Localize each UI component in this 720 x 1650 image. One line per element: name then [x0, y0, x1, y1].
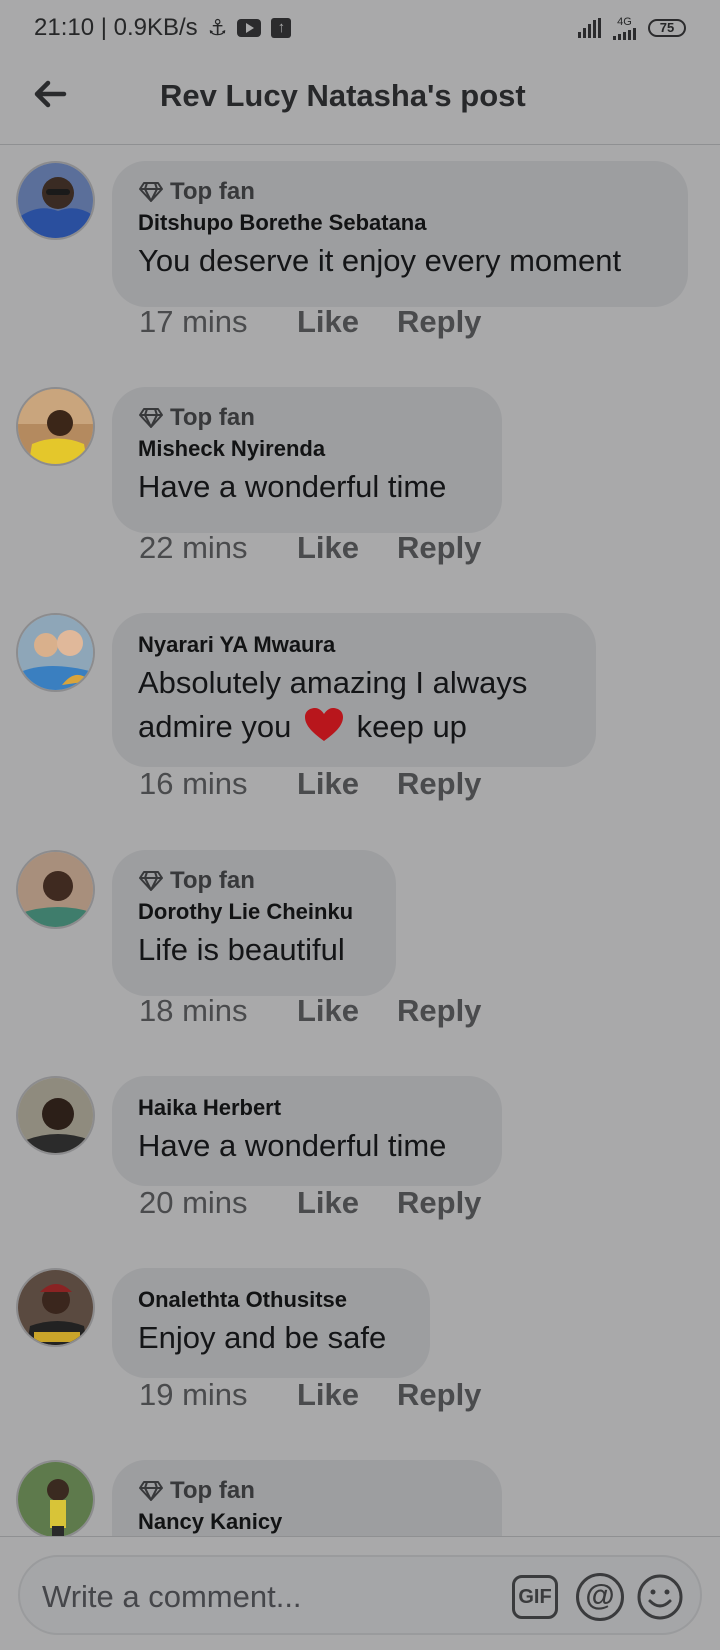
heart-emoji [304, 708, 343, 741]
avatar[interactable] [16, 387, 95, 466]
status-bar: 21:10 | 0.9KB/s ⚓ ↑ 4G 75 [0, 0, 720, 56]
like-button[interactable]: Like [297, 1185, 397, 1221]
diamond-icon [139, 408, 163, 428]
like-button[interactable]: Like [297, 530, 397, 566]
comment-bubble[interactable]: Top fan Misheck Nyirenda Have a wonderfu… [112, 387, 502, 533]
comment-author[interactable]: Nancy Kanicy [138, 1506, 476, 1536]
page-title: Rev Lucy Natasha's post [160, 78, 526, 113]
comment-list[interactable]: Top fan Ditshupo Borethe Sebatana You de… [0, 146, 720, 1536]
comment-bubble[interactable]: Onalethta Othusitse Enjoy and be safe [112, 1268, 430, 1378]
comment-author[interactable]: Ditshupo Borethe Sebatana [138, 207, 662, 239]
diamond-icon [139, 182, 163, 202]
comment-author[interactable]: Haika Herbert [138, 1092, 476, 1124]
gif-button[interactable]: GIF [512, 1575, 558, 1619]
comment-time: 19 mins [139, 1377, 248, 1412]
signal-icon [578, 18, 601, 38]
like-button[interactable]: Like [297, 766, 397, 802]
signal-icon-2 [613, 27, 636, 40]
comment-bubble[interactable]: Nyarari YA Mwaura Absolutely amazing I a… [112, 613, 596, 767]
comment-author[interactable]: Onalethta Othusitse [138, 1284, 404, 1316]
upload-icon: ↑ [271, 18, 292, 38]
comment-bubble[interactable]: Top fan Nancy Kanicy [112, 1460, 502, 1536]
network-indicator: 4G [613, 16, 636, 40]
comment-input[interactable] [42, 1577, 462, 1617]
diamond-icon [139, 871, 163, 891]
top-fan-badge: Top fan [138, 1476, 476, 1506]
comment-author[interactable]: Nyarari YA Mwaura [138, 629, 570, 661]
reply-button[interactable]: Reply [397, 304, 481, 340]
comment-author[interactable]: Misheck Nyirenda [138, 433, 476, 465]
anchor-icon: ⚓ [207, 15, 228, 40]
reply-button[interactable]: Reply [397, 993, 481, 1029]
mention-button[interactable]: @ [576, 1573, 624, 1621]
youtube-icon [237, 19, 262, 37]
comment-bubble[interactable]: Top fan Ditshupo Borethe Sebatana You de… [112, 161, 688, 307]
comment-bubble[interactable]: Top fan Dorothy Lie Cheinku Life is beau… [112, 850, 396, 996]
comment-text: Have a wonderful time [138, 1128, 447, 1163]
comment-time: 16 mins [139, 766, 248, 801]
post-header: Rev Lucy Natasha's post [0, 56, 720, 145]
diamond-icon [139, 1481, 163, 1501]
comment-composer: GIF @ [18, 1555, 702, 1635]
top-fan-badge: Top fan [138, 177, 662, 207]
comment-bubble[interactable]: Haika Herbert Have a wonderful time [112, 1076, 502, 1186]
reply-button[interactable]: Reply [397, 530, 481, 566]
comment-time: 22 mins [139, 530, 248, 565]
reply-button[interactable]: Reply [397, 1377, 481, 1413]
back-arrow-icon[interactable] [30, 74, 70, 114]
avatar[interactable] [16, 1268, 95, 1347]
avatar[interactable] [16, 850, 95, 929]
comment-text: Enjoy and be safe [138, 1320, 387, 1355]
comment-time: 20 mins [139, 1185, 248, 1220]
comment-text: Life is beautiful [138, 932, 345, 967]
avatar[interactable] [16, 613, 95, 692]
avatar[interactable] [16, 1076, 95, 1155]
like-button[interactable]: Like [297, 304, 397, 340]
top-fan-badge: Top fan [138, 403, 476, 433]
emoji-icon[interactable] [636, 1573, 684, 1621]
reply-button[interactable]: Reply [397, 1185, 481, 1221]
comment-author[interactable]: Dorothy Lie Cheinku [138, 896, 370, 928]
like-button[interactable]: Like [297, 1377, 397, 1413]
reply-button[interactable]: Reply [397, 766, 481, 802]
status-time: 21:10 | 0.9KB/s [34, 14, 198, 41]
comment-time: 17 mins [139, 304, 248, 339]
comment-time: 18 mins [139, 993, 248, 1028]
comment-composer-bar: GIF @ [0, 1536, 720, 1650]
avatar[interactable] [16, 1460, 95, 1536]
battery-icon: 75 [648, 19, 686, 37]
like-button[interactable]: Like [297, 993, 397, 1029]
comment-text: Absolutely amazing I always admire you k… [138, 665, 528, 744]
avatar[interactable] [16, 161, 95, 240]
comment-text: Have a wonderful time [138, 469, 447, 504]
top-fan-badge: Top fan [138, 866, 370, 896]
comment-text: You deserve it enjoy every moment [138, 243, 622, 278]
